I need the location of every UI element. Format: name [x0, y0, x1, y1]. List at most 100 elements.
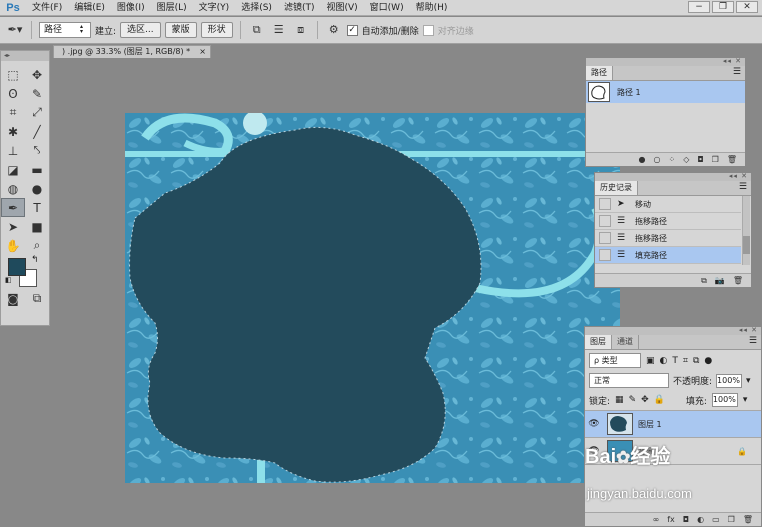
healing-brush-tool-icon[interactable]: ✱: [1, 122, 25, 141]
eraser-tool-icon[interactable]: ◪: [1, 160, 25, 179]
path-alignment-icon[interactable]: ☰: [270, 22, 288, 38]
menu-window[interactable]: 窗口(W): [364, 0, 410, 16]
menu-type[interactable]: 文字(Y): [193, 0, 236, 16]
tab-paths[interactable]: 路径: [586, 66, 613, 80]
delete-path-icon[interactable]: 🗑: [727, 155, 737, 164]
menu-file[interactable]: 文件(F): [26, 0, 68, 16]
path-item[interactable]: 路径 1: [586, 81, 745, 103]
swap-colors-icon[interactable]: ↰: [31, 255, 39, 265]
foreground-color-swatch[interactable]: [8, 258, 26, 276]
tab-channels[interactable]: 通道: [612, 335, 639, 349]
delete-layer-icon[interactable]: 🗑: [743, 515, 753, 524]
history-item[interactable]: ☰ 拖移路径: [595, 213, 741, 230]
layer-item[interactable]: 👁 图层 1: [585, 411, 761, 438]
layer-filter-select[interactable]: ρ 类型: [589, 353, 641, 368]
delete-state-icon[interactable]: 🗑: [733, 276, 743, 285]
pen-tool-icon[interactable]: ✒: [1, 198, 25, 217]
history-brush-tool-icon[interactable]: ⤣: [25, 141, 49, 160]
chevron-down-icon[interactable]: ▾: [746, 376, 751, 386]
eyedropper-tool-icon[interactable]: ⤢: [25, 103, 49, 122]
menu-layer[interactable]: 图层(L): [151, 0, 193, 16]
new-document-from-state-icon[interactable]: ⧉: [701, 276, 707, 286]
quick-mask-icon[interactable]: ◙: [1, 289, 25, 308]
fill-path-icon[interactable]: ●: [639, 155, 646, 164]
menu-filter[interactable]: 滤镜(T): [278, 0, 321, 16]
fill-input[interactable]: 100%: [711, 393, 738, 407]
lasso-tool-icon[interactable]: ʘ: [1, 84, 25, 103]
path-arrangement-icon[interactable]: ⧈: [292, 22, 310, 38]
screen-mode-icon[interactable]: ⧉: [25, 289, 49, 308]
make-work-path-icon[interactable]: ◇: [683, 155, 689, 164]
chevron-down-icon[interactable]: ▾: [743, 395, 748, 405]
close-document-icon[interactable]: ×: [199, 46, 206, 58]
rectangle-tool-icon[interactable]: ■: [25, 217, 49, 236]
panel-collapse-icon[interactable]: ◂◂ ✕: [729, 172, 748, 180]
panel-menu-icon[interactable]: ☰: [733, 67, 741, 77]
quick-select-tool-icon[interactable]: ✎: [25, 84, 49, 103]
pen-tool-preset-icon[interactable]: ✒▾: [6, 22, 24, 38]
gradient-tool-icon[interactable]: ▬: [25, 160, 49, 179]
snapshot-icon[interactable]: 📷: [715, 276, 725, 285]
shape-filter-icon[interactable]: ⌗: [683, 356, 688, 366]
blend-mode-select[interactable]: 正常: [589, 373, 669, 388]
document-tab[interactable]: ) .jpg @ 33.3% (图层 1, RGB/8) * ×: [53, 45, 211, 58]
eye-icon[interactable]: 👁: [585, 419, 603, 429]
add-mask-icon[interactable]: ◘: [697, 155, 703, 164]
document-canvas[interactable]: [125, 113, 620, 483]
menu-select[interactable]: 选择(S): [235, 0, 278, 16]
menu-edit[interactable]: 编辑(E): [68, 0, 111, 16]
type-tool-icon[interactable]: T: [25, 198, 49, 217]
pixel-filter-icon[interactable]: ▣: [646, 356, 655, 366]
zoom-tool-icon[interactable]: ⌕: [25, 236, 49, 255]
tool-mode-select[interactable]: 路径: [39, 22, 91, 38]
auto-add-delete-checkbox[interactable]: ✓: [346, 24, 358, 36]
lock-all-icon[interactable]: 🔒: [654, 395, 665, 405]
new-path-icon[interactable]: ❐: [712, 155, 719, 164]
history-item-selected[interactable]: ☰ 填充路径: [595, 247, 741, 264]
history-item[interactable]: ➤ 移动: [595, 196, 741, 213]
clone-stamp-tool-icon[interactable]: ⊥: [1, 141, 25, 160]
hand-tool-icon[interactable]: ✋: [1, 236, 25, 255]
type-filter-icon[interactable]: T: [672, 356, 678, 366]
menu-view[interactable]: 视图(V): [320, 0, 363, 16]
panel-menu-icon[interactable]: ☰: [739, 182, 747, 192]
menu-image[interactable]: 图像(I): [111, 0, 151, 16]
smart-object-filter-icon[interactable]: ⧉: [693, 356, 699, 366]
lock-transparent-icon[interactable]: ▦: [615, 395, 624, 405]
lock-position-icon[interactable]: ✥: [641, 395, 649, 405]
make-selection-button[interactable]: 选区...: [120, 22, 161, 38]
history-scrollbar[interactable]: [742, 196, 750, 265]
panel-menu-icon[interactable]: ☰: [749, 336, 757, 346]
marquee-tool-icon[interactable]: ⬚: [1, 65, 25, 84]
lock-image-icon[interactable]: ✎: [629, 395, 637, 405]
fill-label: 填充:: [685, 396, 707, 407]
load-selection-icon[interactable]: ⁘: [668, 155, 675, 164]
default-colors-icon[interactable]: ◧: [5, 276, 12, 284]
path-selection-tool-icon[interactable]: ➤: [1, 217, 25, 236]
crop-tool-icon[interactable]: ⌗: [1, 103, 25, 122]
tab-layers[interactable]: 图层: [585, 335, 612, 349]
panel-collapse-icon[interactable]: ◂◂ ✕: [723, 57, 742, 65]
align-edges-checkbox[interactable]: [422, 24, 434, 36]
brush-tool-icon[interactable]: ╱: [25, 122, 49, 141]
opacity-input[interactable]: 100%: [716, 373, 743, 388]
move-tool-icon[interactable]: ✥: [25, 65, 49, 84]
path-operations-icon[interactable]: ⧉: [248, 22, 266, 38]
history-item[interactable]: ☰ 拖移路径: [595, 230, 741, 247]
dodge-tool-icon[interactable]: ●: [25, 179, 49, 198]
make-shape-button[interactable]: 形状: [200, 22, 233, 38]
blur-tool-icon[interactable]: ◍: [1, 179, 25, 198]
panel-collapse-icon[interactable]: ◂◂ ✕: [739, 326, 758, 334]
adjustment-filter-icon[interactable]: ◐: [660, 356, 668, 366]
minimize-button[interactable]: −: [688, 1, 710, 13]
filter-toggle-icon[interactable]: ●: [704, 356, 712, 366]
tab-history[interactable]: 历史记录: [595, 181, 638, 195]
history-panel-footer: ⧉ 📷 🗑: [595, 273, 751, 287]
make-mask-button[interactable]: 蒙版: [164, 22, 197, 38]
restore-button[interactable]: ❐: [712, 1, 734, 13]
tools-panel-header[interactable]: ◂▸: [1, 51, 49, 61]
menu-help[interactable]: 帮助(H): [410, 0, 454, 16]
close-window-button[interactable]: ✕: [736, 1, 758, 13]
stroke-path-icon[interactable]: ○: [654, 155, 661, 164]
gear-icon[interactable]: ⚙: [325, 22, 343, 38]
